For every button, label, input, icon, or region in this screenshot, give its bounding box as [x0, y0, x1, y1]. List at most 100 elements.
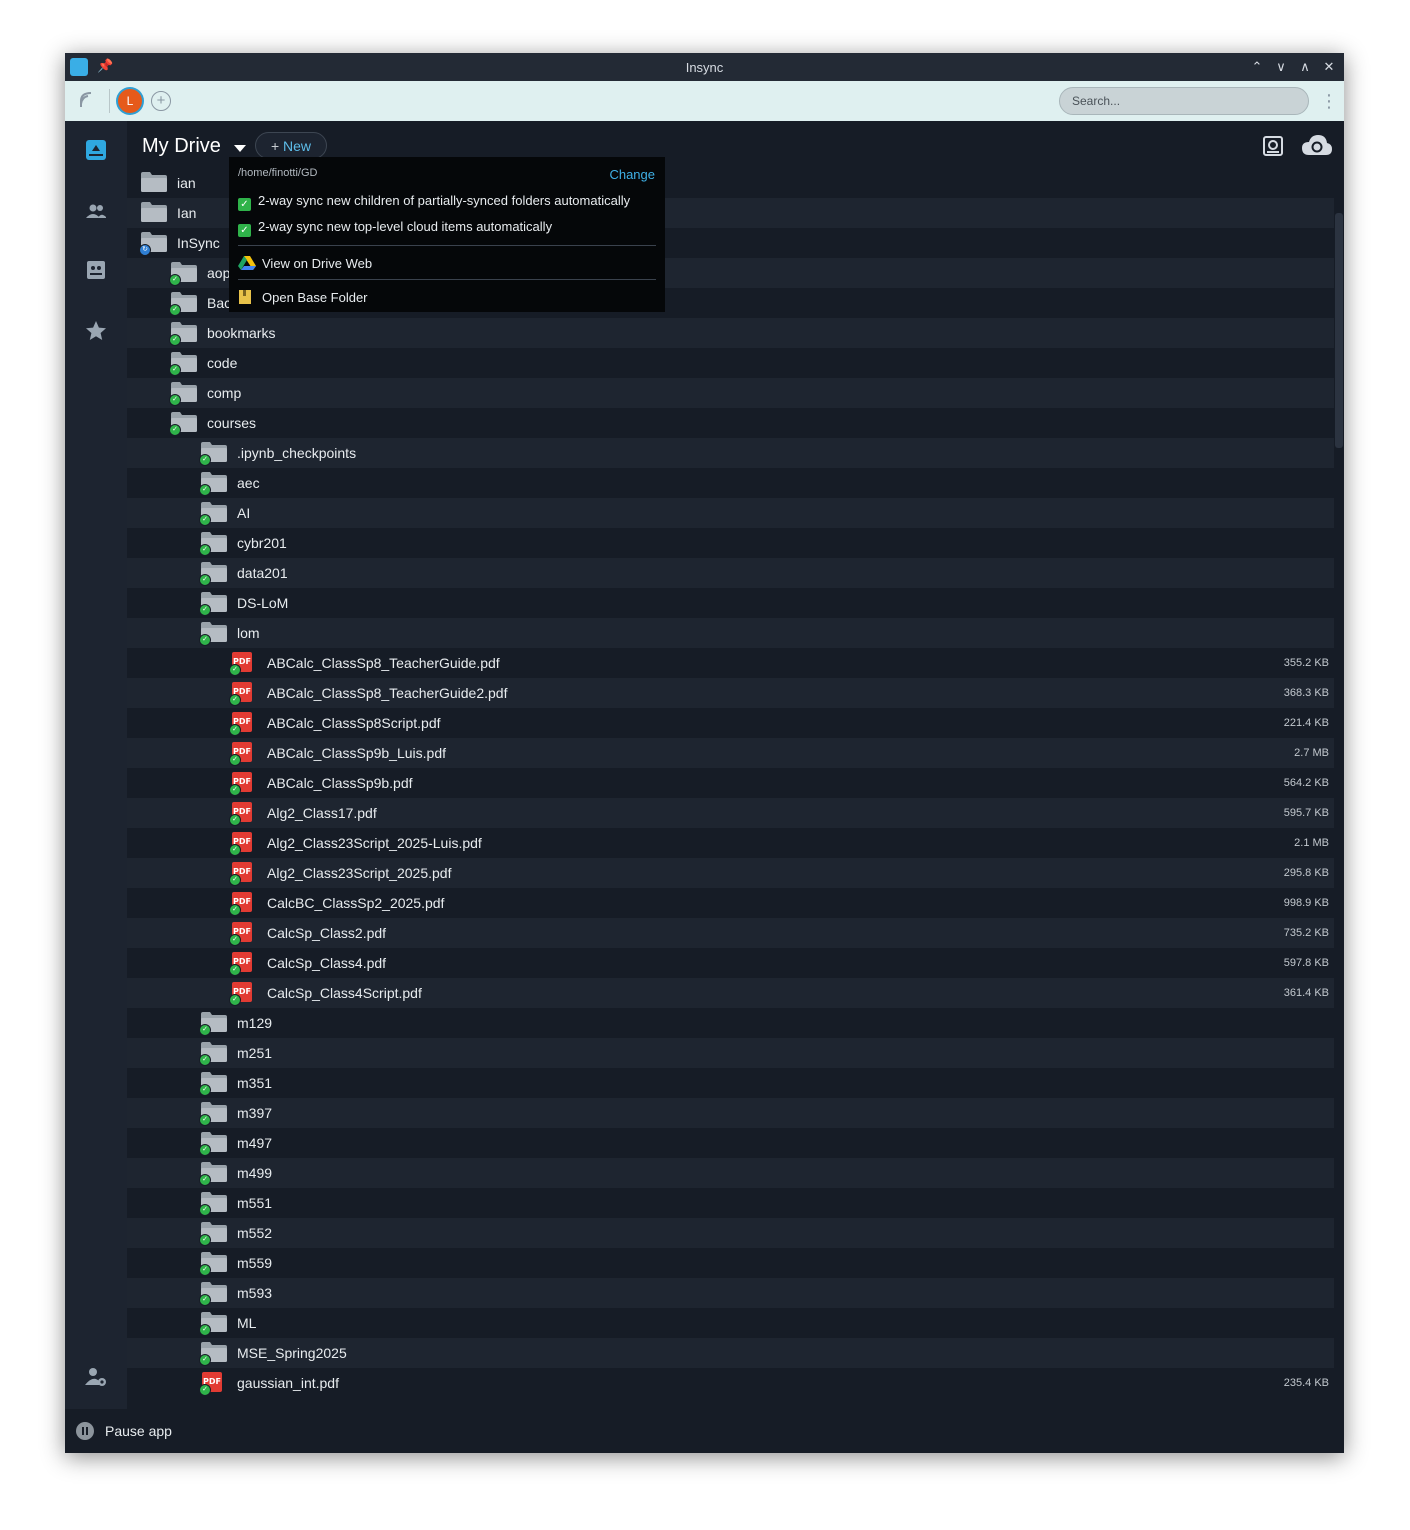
chevron-down-icon[interactable]: [234, 145, 246, 152]
folder-icon: ✓: [169, 292, 197, 316]
account-settings-icon[interactable]: [84, 1365, 108, 1389]
file-row[interactable]: PDF ✓ CalcSp_Class4Script.pdf 361.4 KB: [127, 978, 1334, 1008]
synced-badge-icon: ✓: [229, 994, 241, 1006]
folder-row[interactable]: ✓ DS-LoM: [127, 588, 1334, 618]
item-name: ian: [177, 175, 196, 191]
view-on-drive-web-item[interactable]: View on Drive Web: [238, 255, 372, 274]
cloud-sync-icon[interactable]: [1301, 133, 1333, 162]
folder-row[interactable]: ✓ m559: [127, 1248, 1334, 1278]
close-icon[interactable]: ✕: [1320, 58, 1338, 76]
synced-badge-icon: ✓: [169, 334, 181, 346]
synced-badge-icon: ✓: [199, 604, 211, 616]
maximize-icon[interactable]: ∧: [1296, 58, 1314, 76]
folder-row[interactable]: ✓ MSE_Spring2025: [127, 1338, 1334, 1368]
folder-row[interactable]: ✓ m397: [127, 1098, 1334, 1128]
folder-row[interactable]: ✓ m551: [127, 1188, 1334, 1218]
folder-row[interactable]: ✓ ML: [127, 1308, 1334, 1338]
new-button-label: New: [283, 138, 312, 154]
file-row[interactable]: PDF ✓ CalcSp_Class2.pdf 735.2 KB: [127, 918, 1334, 948]
synced-badge-icon: ✓: [229, 964, 241, 976]
search-input[interactable]: [1059, 87, 1309, 115]
folder-row[interactable]: ✓ comp: [127, 378, 1334, 408]
file-row[interactable]: PDF ✓ ABCalc_ClassSp8_TeacherGuide.pdf 355.…: [127, 648, 1334, 678]
item-name: InSync: [177, 235, 220, 251]
folder-icon: ✓: [199, 1072, 227, 1096]
new-button[interactable]: + New: [255, 132, 327, 159]
option-sync-top-level[interactable]: ✓ 2-way sync new top-level cloud items au…: [238, 219, 552, 237]
minimize-icon[interactable]: ∨: [1272, 58, 1290, 76]
pdf-file-icon: PDF ✓: [229, 982, 257, 1006]
folder-row[interactable]: ✓ courses: [127, 408, 1334, 438]
pdf-file-icon: PDF ✓: [229, 712, 257, 736]
account-toolbar: L + ⋮: [65, 81, 1344, 121]
folder-icon: ✓: [199, 1042, 227, 1066]
folder-row[interactable]: ✓ code: [127, 348, 1334, 378]
checkbox-checked-icon[interactable]: ✓: [238, 198, 251, 211]
folder-row[interactable]: ✓ lom: [127, 618, 1334, 648]
file-row[interactable]: PDF ✓ ABCalc_ClassSp9b_Luis.pdf 2.7 MB: [127, 738, 1334, 768]
folder-row[interactable]: ✓ bookmarks: [127, 318, 1334, 348]
item-size: 235.4 KB: [1283, 1377, 1329, 1389]
view-on-drive-web-label: View on Drive Web: [262, 256, 373, 271]
connection-icon[interactable]: [79, 91, 95, 114]
folder-icon: ✓: [199, 592, 227, 616]
file-row[interactable]: PDF ✓ CalcSp_Class4.pdf 597.8 KB: [127, 948, 1334, 978]
pdf-file-icon: PDF ✓: [229, 862, 257, 886]
file-row[interactable]: PDF ✓ Alg2_Class23Script_2025.pdf 295.8 KB: [127, 858, 1334, 888]
google-drive-icon: [238, 255, 256, 274]
folder-row[interactable]: ✓ cybr201: [127, 528, 1334, 558]
folder-row[interactable]: ✓ m552: [127, 1218, 1334, 1248]
file-row[interactable]: PDF ✓ ABCalc_ClassSp9b.pdf 564.2 KB: [127, 768, 1334, 798]
folder-row[interactable]: ✓ AI: [127, 498, 1334, 528]
item-name: m593: [237, 1285, 273, 1301]
synced-badge-icon: ✓: [199, 1354, 211, 1366]
item-name: Ian: [177, 205, 197, 221]
folder-row[interactable]: ✓ m499: [127, 1158, 1334, 1188]
keep-above-icon[interactable]: ⌃: [1248, 58, 1266, 76]
folder-row[interactable]: ✓ m251: [127, 1038, 1334, 1068]
folder-row[interactable]: ✓ aec: [127, 468, 1334, 498]
option-sync-top-level-label: 2-way sync new top-level cloud items aut…: [258, 219, 553, 234]
syncing-badge-icon: ↻: [139, 244, 151, 256]
change-folder-link[interactable]: Change: [609, 167, 655, 182]
file-row[interactable]: PDF ✓ gaussian_int.pdf 235.4 KB: [127, 1368, 1334, 1398]
folder-row[interactable]: ✓ m129: [127, 1008, 1334, 1038]
archive-folder-icon: [238, 289, 256, 308]
item-name: CalcSp_Class4.pdf: [267, 955, 387, 971]
item-name: gaussian_int.pdf: [237, 1375, 339, 1391]
scrollbar-thumb[interactable]: [1335, 213, 1343, 448]
toolbar-separator: [109, 89, 110, 113]
status-bar: Pause app: [65, 1409, 1344, 1453]
shared-drives-icon[interactable]: [84, 258, 108, 282]
file-row[interactable]: PDF ✓ Alg2_Class17.pdf 595.7 KB: [127, 798, 1334, 828]
folder-icon: ✓: [169, 322, 197, 346]
starred-icon[interactable]: [84, 319, 108, 343]
folder-row[interactable]: ✓ m351: [127, 1068, 1334, 1098]
item-name: m129: [237, 1015, 273, 1031]
checkbox-checked-icon[interactable]: ✓: [238, 224, 251, 237]
file-row[interactable]: PDF ✓ Alg2_Class23Script_2025-Luis.pdf 2.1 …: [127, 828, 1334, 858]
pause-app-button[interactable]: Pause app: [105, 1423, 172, 1439]
folder-row[interactable]: ✓ m497: [127, 1128, 1334, 1158]
more-options-icon[interactable]: ⋮: [1320, 89, 1338, 113]
folder-row[interactable]: ✓ m593: [127, 1278, 1334, 1308]
drive-title[interactable]: My Drive: [142, 135, 221, 158]
file-row[interactable]: PDF ✓ CalcBC_ClassSp2_2025.pdf 998.9 KB: [127, 888, 1334, 918]
folder-row[interactable]: ✓ .ipynb_checkpoints: [127, 438, 1334, 468]
item-size: 295.8 KB: [1283, 867, 1329, 879]
shared-with-me-icon[interactable]: [84, 199, 108, 223]
open-base-folder-item[interactable]: Open Base Folder: [238, 289, 368, 308]
account-avatar[interactable]: L: [118, 89, 142, 113]
folder-row[interactable]: ✓ data201: [127, 558, 1334, 588]
file-row[interactable]: PDF ✓ ABCalc_ClassSp8_TeacherGuide2.pdf 368…: [127, 678, 1334, 708]
option-sync-children[interactable]: ✓ 2-way sync new children of partially-sy…: [238, 193, 630, 211]
item-name: Alg2_Class23Script_2025.pdf: [267, 865, 452, 881]
item-name: lom: [237, 625, 260, 641]
pdf-file-icon: PDF ✓: [229, 952, 257, 976]
add-account-icon[interactable]: +: [151, 91, 171, 111]
pause-icon[interactable]: [76, 1422, 94, 1440]
file-row[interactable]: PDF ✓ ABCalc_ClassSp8Script.pdf 221.4 KB: [127, 708, 1334, 738]
sync-folder-icon[interactable]: [1262, 135, 1284, 162]
my-drive-icon[interactable]: [84, 138, 108, 162]
synced-badge-icon: ✓: [229, 874, 241, 886]
